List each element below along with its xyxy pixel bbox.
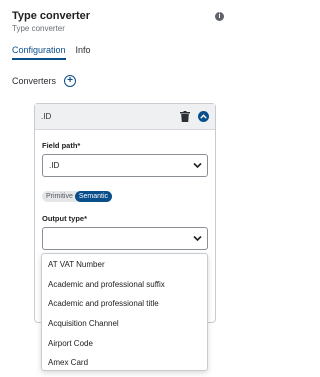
add-converter-button[interactable]: + bbox=[64, 75, 77, 87]
dropdown-option[interactable]: Amex Card bbox=[42, 353, 207, 370]
converter-name: .ID bbox=[41, 112, 52, 121]
output-type-dropdown: AT VAT Number Academic and professional … bbox=[41, 253, 208, 371]
converter-card-header[interactable]: .ID bbox=[35, 104, 215, 130]
toggle-primitive[interactable]: Primitive bbox=[42, 191, 77, 202]
dropdown-option[interactable]: AT VAT Number bbox=[42, 255, 207, 275]
info-icon[interactable]: i bbox=[215, 12, 224, 21]
dropdown-option[interactable]: Acquisition Channel bbox=[42, 314, 207, 334]
converters-label: Converters bbox=[12, 76, 57, 86]
trash-icon[interactable] bbox=[180, 111, 190, 122]
panel-subtitle: Type converter bbox=[12, 24, 65, 33]
mode-toggle: Primitive Semantic bbox=[42, 191, 113, 202]
converters-row: Converters + bbox=[12, 75, 77, 87]
chevron-up-icon bbox=[200, 114, 207, 119]
field-path-label: Field path* bbox=[42, 141, 81, 150]
dropdown-option[interactable]: Academic and professional suffix bbox=[42, 275, 207, 295]
tab-info[interactable]: Info bbox=[76, 45, 91, 60]
output-type-label: Output type* bbox=[42, 214, 87, 223]
dropdown-option[interactable]: Airport Code bbox=[42, 333, 207, 353]
field-path-value: .ID bbox=[49, 161, 60, 170]
panel-title: Type converter bbox=[12, 10, 91, 22]
output-type-select[interactable] bbox=[42, 227, 208, 250]
panel-header: Type converter Type converter i bbox=[12, 10, 224, 33]
dropdown-option[interactable]: Academic and professional title bbox=[42, 294, 207, 314]
chevron-down-icon bbox=[193, 235, 202, 242]
toggle-semantic[interactable]: Semantic bbox=[74, 191, 113, 202]
chevron-down-icon bbox=[193, 162, 202, 169]
collapse-button[interactable] bbox=[198, 111, 209, 122]
tab-bar: Configuration Info bbox=[12, 45, 91, 60]
field-path-select[interactable]: .ID bbox=[42, 154, 208, 177]
tab-configuration[interactable]: Configuration bbox=[12, 45, 66, 60]
